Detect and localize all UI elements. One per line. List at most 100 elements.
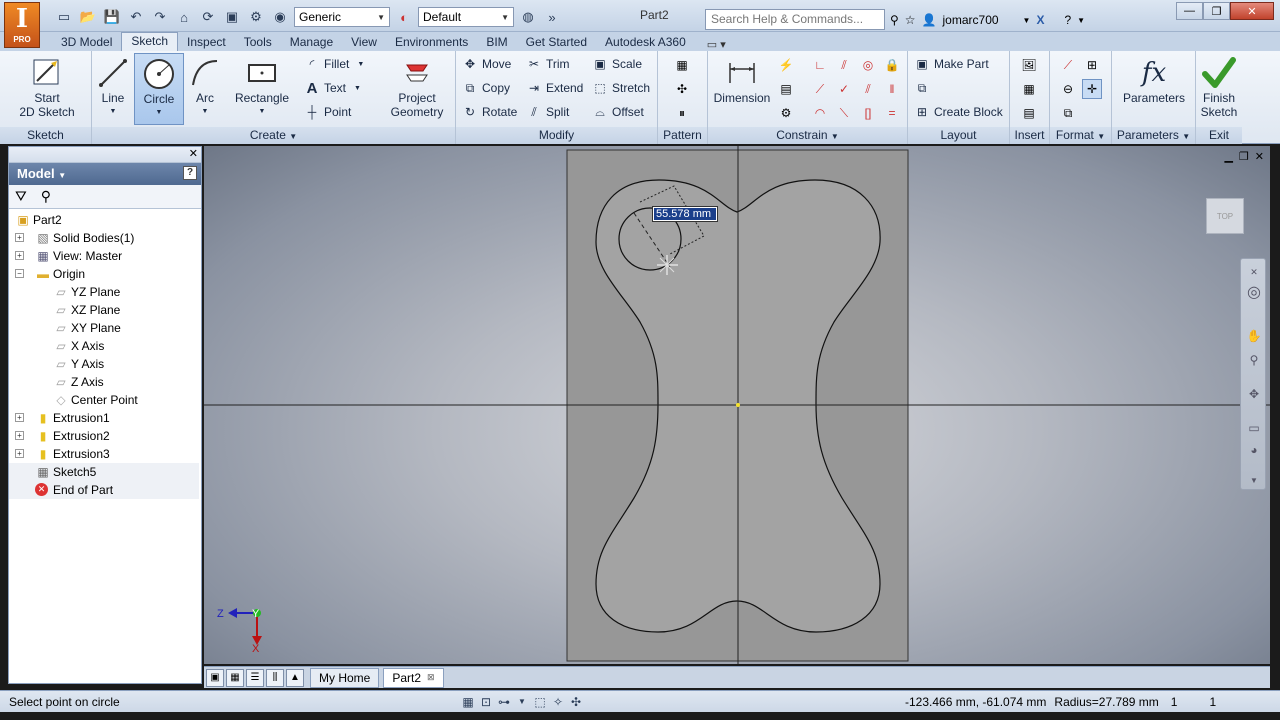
trim-button[interactable]: ✂ Trim — [526, 53, 570, 75]
tab-get-started[interactable]: Get Started — [517, 34, 596, 51]
acad-icon[interactable]: ▤ — [1019, 103, 1039, 123]
constraint-inference-icon[interactable]: ⊶ — [495, 693, 513, 711]
ribbon-options-icon[interactable]: ▭ ▾ — [707, 38, 726, 51]
tree-item[interactable]: ▱ XZ Plane — [9, 301, 199, 319]
viewcube[interactable]: TOP — [1206, 198, 1244, 234]
symmetric-icon[interactable]: ⟍ — [834, 103, 854, 123]
move-button[interactable]: ✥ Move — [462, 53, 511, 75]
view-face-icon[interactable]: ▭ — [1245, 419, 1263, 437]
show-format-icon[interactable]: ⊞ — [1082, 55, 1102, 75]
tab-my-home[interactable]: My Home — [310, 667, 380, 688]
tab-inspect[interactable]: Inspect — [178, 34, 235, 51]
expand-icon[interactable]: + — [15, 251, 24, 260]
points-icon[interactable]: ▦ — [1019, 79, 1039, 99]
tree-item[interactable]: + ▮ Extrusion1 — [9, 409, 199, 427]
orbit-icon[interactable]: ✥ — [1245, 385, 1263, 403]
tile-vertical-icon[interactable]: ⫼ — [266, 668, 284, 687]
more-icon[interactable]: » — [542, 7, 562, 27]
expand-icon[interactable]: + — [15, 431, 24, 440]
new-icon[interactable]: ▭ — [54, 7, 74, 27]
steering-wheel-icon[interactable]: ◎ — [1245, 283, 1263, 301]
tile-horizontal-icon[interactable]: ☰ — [246, 668, 264, 687]
tangent-icon[interactable]: ⫽ — [858, 79, 878, 99]
tree-item[interactable]: ◇ Center Point — [9, 391, 199, 409]
rectangle-button[interactable]: Rectangle ▼ — [230, 53, 294, 125]
tree-item[interactable]: − ▬ Origin — [9, 265, 199, 283]
tree-item[interactable]: ▱ YZ Plane — [9, 283, 199, 301]
document-menu-icon[interactable]: ▲ — [286, 668, 304, 687]
maximize-icon[interactable]: ❐ — [1203, 2, 1230, 20]
chevron-down-icon[interactable]: ▼ — [1023, 16, 1031, 25]
tree-item[interactable]: ▱ Y Axis — [9, 355, 199, 373]
parameters-button[interactable]: fx Parameters — [1120, 53, 1188, 125]
finish-sketch-button[interactable]: Finish Sketch — [1198, 53, 1240, 125]
open-icon[interactable]: 📂 — [78, 7, 98, 27]
scale-button[interactable]: ▣ Scale — [592, 53, 642, 75]
constrain-panel-label[interactable]: Constrain ▼ — [708, 127, 907, 144]
auto-dimension-icon[interactable]: ⚡ — [776, 55, 796, 75]
create-block-button[interactable]: ⊞ Create Block — [914, 101, 1003, 123]
dimension-button[interactable]: Dimension — [710, 53, 774, 125]
find-icon[interactable]: ⚲ — [41, 188, 51, 205]
tab-sketch[interactable]: Sketch — [121, 32, 179, 51]
centerline-icon[interactable]: ⊖ — [1058, 79, 1078, 99]
minimize-icon[interactable]: — — [1176, 2, 1203, 20]
undo-icon[interactable]: ↶ — [126, 7, 146, 27]
redo-icon[interactable]: ↷ — [150, 7, 170, 27]
split-button[interactable]: ⫽ Split — [526, 101, 569, 123]
tree-item[interactable]: ▱ X Axis — [9, 337, 199, 355]
app-logo-button[interactable]: I PRO — [4, 2, 40, 48]
minimize-icon[interactable]: ▁ — [1224, 150, 1232, 163]
dimension-toggle-icon[interactable]: ✧ — [549, 693, 567, 711]
construction-icon[interactable]: ⟋ — [1058, 55, 1078, 75]
arc-button[interactable]: Arc ▼ — [186, 53, 224, 125]
tree-item[interactable]: + ▮ Extrusion3 — [9, 445, 199, 463]
circle-button[interactable]: Circle ▼ — [134, 53, 184, 125]
parameters-panel-label[interactable]: Parameters ▼ — [1112, 127, 1195, 144]
tab-3d-model[interactable]: 3D Model — [52, 34, 121, 51]
tree-item[interactable]: ▱ XY Plane — [9, 319, 199, 337]
user-name[interactable]: jomarc700 — [943, 13, 999, 27]
snap-icon[interactable]: ⊡ — [477, 693, 495, 711]
material-icon[interactable]: ◉ — [270, 7, 290, 27]
tree-item[interactable]: ▣ Part2 — [9, 211, 199, 229]
help-icon[interactable]: ? — [1064, 13, 1071, 27]
tab-view[interactable]: View — [342, 34, 386, 51]
driven-dimension-icon[interactable]: ⧉ — [1058, 103, 1078, 123]
view-cube-toggle-icon[interactable]: ⬚ — [531, 693, 549, 711]
collapse-icon[interactable]: − — [15, 269, 24, 278]
tab-manage[interactable]: Manage — [281, 34, 342, 51]
tree-item[interactable]: + ▮ Extrusion2 — [9, 427, 199, 445]
collinear-icon[interactable]: ⟋ — [810, 79, 830, 99]
stretch-button[interactable]: ⬚ Stretch — [592, 77, 650, 99]
horizontal-icon[interactable]: = — [882, 103, 902, 123]
appearance-select[interactable]: Default ▼ — [418, 7, 514, 27]
vertical-icon[interactable]: ‖ — [882, 79, 902, 99]
tree-item[interactable]: ✕ End of Part — [9, 481, 199, 499]
expand-icon[interactable]: + — [15, 449, 24, 458]
extend-button[interactable]: ⇥ Extend — [526, 77, 583, 99]
copy-button[interactable]: ⧉ Copy — [462, 77, 510, 99]
graphics-viewport[interactable]: X Y Z ▁ ❐ ✕ TOP ✕ ◎ ✋ ⚲ ✥ ▭ ◕ ▼ — [204, 146, 1270, 664]
restore-icon[interactable]: ❐ — [1239, 150, 1249, 163]
format-panel-label[interactable]: Format ▼ — [1050, 127, 1111, 144]
home-icon[interactable]: ⌂ — [174, 7, 194, 27]
pan-icon[interactable]: ✋ — [1245, 327, 1263, 345]
chevron-down-icon[interactable]: ▼ — [1245, 471, 1263, 489]
center-point-toggle-icon[interactable]: ✛ — [1082, 79, 1102, 99]
close-icon[interactable]: ⊠ — [427, 672, 435, 683]
adjust-icon[interactable]: ◍ — [518, 7, 538, 27]
coincident-icon[interactable]: ✓ — [834, 79, 854, 99]
fix-icon[interactable]: 🔒 — [882, 55, 902, 75]
point-button[interactable]: ┼ Point — [304, 101, 352, 123]
image-icon[interactable]: 🖼 — [1019, 55, 1039, 75]
star-icon[interactable]: ☆ — [905, 13, 916, 27]
binoculars-icon[interactable]: ⚲ — [890, 13, 899, 27]
show-constraints-icon[interactable]: ▤ — [776, 79, 796, 99]
close-icon[interactable]: ✕ — [1255, 150, 1264, 163]
search-input[interactable]: Search Help & Commands... — [705, 9, 885, 30]
mirror-icon[interactable]: ⏸ — [672, 103, 692, 123]
offset-button[interactable]: ⌓ Offset — [592, 101, 644, 123]
zoom-icon[interactable]: ⚲ — [1245, 351, 1263, 369]
rectangular-pattern-icon[interactable]: ▦ — [672, 55, 692, 75]
